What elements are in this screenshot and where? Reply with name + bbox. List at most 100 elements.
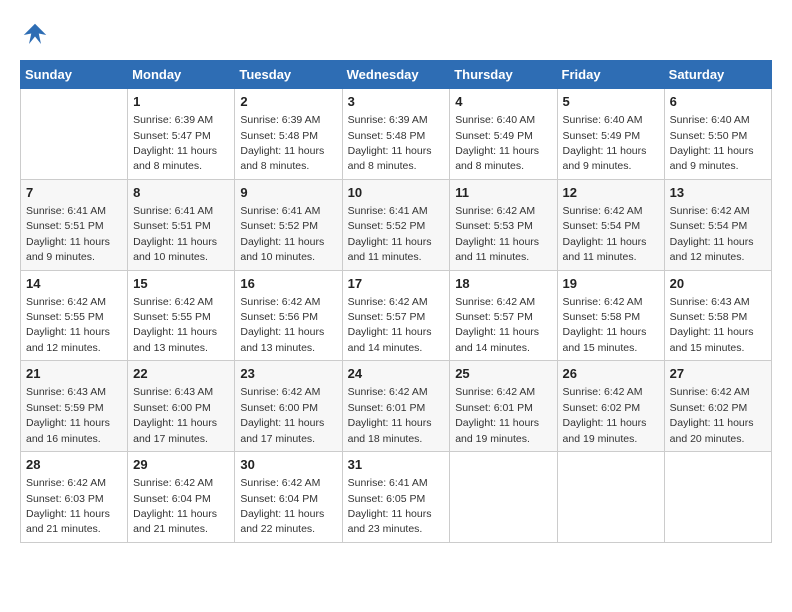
day-number: 19 [563,275,659,293]
day-number: 30 [240,456,336,474]
day-cell: 5Sunrise: 6:40 AM Sunset: 5:49 PM Daylig… [557,89,664,180]
day-info: Sunrise: 6:42 AM Sunset: 5:54 PM Dayligh… [670,205,754,263]
day-cell: 23 Sunrise: 6:42 AM Sunset: 6:00 PM Dayli… [235,361,342,452]
day-cell: 14 Sunrise: 6:42 AM Sunset: 5:55 PM Dayli… [21,270,128,361]
logo-icon [20,20,50,50]
day-info: Sunrise: 6:39 AM Sunset: 5:48 PM Dayligh… [240,114,324,172]
day-cell: 17 Sunrise: 6:42 AM Sunset: 5:57 PM Dayli… [342,270,450,361]
day-number: 3 [348,93,445,111]
day-cell: 26 Sunrise: 6:42 AM Sunset: 6:02 PM Dayli… [557,361,664,452]
day-info: Sunrise: 6:42 AM Sunset: 6:02 PM Dayligh… [563,386,647,444]
day-info: Sunrise: 6:42 AM Sunset: 5:53 PM Dayligh… [455,205,539,263]
day-cell: 15 Sunrise: 6:42 AM Sunset: 5:55 PM Dayli… [128,270,235,361]
day-info: Sunrise: 6:40 AM Sunset: 5:50 PM Dayligh… [670,114,754,172]
day-number: 21 [26,365,122,383]
day-info: Sunrise: 6:39 AM Sunset: 5:48 PM Dayligh… [348,114,432,172]
day-number: 20 [670,275,766,293]
day-cell: 1 Sunrise: 6:39 AM Sunset: 5:47 PM Daylig… [128,89,235,180]
day-info: Sunrise: 6:42 AM Sunset: 6:01 PM Dayligh… [348,386,432,444]
day-info: Sunrise: 6:42 AM Sunset: 6:01 PM Dayligh… [455,386,539,444]
day-number: 23 [240,365,336,383]
day-info: Sunrise: 6:42 AM Sunset: 6:00 PM Dayligh… [240,386,324,444]
day-cell: 20 Sunrise: 6:43 AM Sunset: 5:58 PM Dayli… [664,270,771,361]
day-number: 7 [26,184,122,202]
day-cell: 9 Sunrise: 6:41 AM Sunset: 5:52 PM Daylig… [235,179,342,270]
day-cell: 8 Sunrise: 6:41 AM Sunset: 5:51 PM Daylig… [128,179,235,270]
page-header [20,20,772,50]
day-info: Sunrise: 6:41 AM Sunset: 5:51 PM Dayligh… [133,205,217,263]
day-number: 15 [133,275,229,293]
day-info: Sunrise: 6:42 AM Sunset: 6:04 PM Dayligh… [240,477,324,535]
day-number: 17 [348,275,445,293]
day-info: Sunrise: 6:42 AM Sunset: 5:54 PM Dayligh… [563,205,647,263]
header-cell-friday: Friday [557,61,664,89]
day-info: Sunrise: 6:40 AM Sunset: 5:49 PM Dayligh… [455,114,539,172]
day-cell: 3 Sunrise: 6:39 AM Sunset: 5:48 PM Daylig… [342,89,450,180]
week-row-4: 21 Sunrise: 6:43 AM Sunset: 5:59 PM Dayli… [21,361,772,452]
header-cell-monday: Monday [128,61,235,89]
day-cell [450,452,557,543]
day-info: Sunrise: 6:43 AM Sunset: 5:59 PM Dayligh… [26,386,110,444]
day-info: Sunrise: 6:42 AM Sunset: 5:55 PM Dayligh… [26,296,110,354]
day-info: Sunrise: 6:42 AM Sunset: 5:58 PM Dayligh… [563,296,647,354]
day-cell: 2 Sunrise: 6:39 AM Sunset: 5:48 PM Daylig… [235,89,342,180]
day-info: Sunrise: 6:42 AM Sunset: 6:02 PM Dayligh… [670,386,754,444]
day-cell: 21 Sunrise: 6:43 AM Sunset: 5:59 PM Dayli… [21,361,128,452]
day-cell: 6Sunrise: 6:40 AM Sunset: 5:50 PM Daylig… [664,89,771,180]
week-row-3: 14 Sunrise: 6:42 AM Sunset: 5:55 PM Dayli… [21,270,772,361]
day-number: 24 [348,365,445,383]
header-cell-saturday: Saturday [664,61,771,89]
day-info: Sunrise: 6:42 AM Sunset: 5:57 PM Dayligh… [348,296,432,354]
day-cell [21,89,128,180]
day-number: 26 [563,365,659,383]
day-info: Sunrise: 6:42 AM Sunset: 5:57 PM Dayligh… [455,296,539,354]
day-cell: 18 Sunrise: 6:42 AM Sunset: 5:57 PM Dayli… [450,270,557,361]
day-info: Sunrise: 6:39 AM Sunset: 5:47 PM Dayligh… [133,114,217,172]
day-cell: 10 Sunrise: 6:41 AM Sunset: 5:52 PM Dayli… [342,179,450,270]
day-cell: 7 Sunrise: 6:41 AM Sunset: 5:51 PM Daylig… [21,179,128,270]
day-info: Sunrise: 6:43 AM Sunset: 6:00 PM Dayligh… [133,386,217,444]
header-row: SundayMondayTuesdayWednesdayThursdayFrid… [21,61,772,89]
day-info: Sunrise: 6:42 AM Sunset: 6:04 PM Dayligh… [133,477,217,535]
day-number: 13 [670,184,766,202]
day-cell: 24 Sunrise: 6:42 AM Sunset: 6:01 PM Dayli… [342,361,450,452]
day-cell: 11 Sunrise: 6:42 AM Sunset: 5:53 PM Dayli… [450,179,557,270]
day-number: 14 [26,275,122,293]
day-number: 1 [133,93,229,111]
day-cell: 12Sunrise: 6:42 AM Sunset: 5:54 PM Dayli… [557,179,664,270]
header-cell-wednesday: Wednesday [342,61,450,89]
day-number: 9 [240,184,336,202]
header-cell-thursday: Thursday [450,61,557,89]
header-cell-tuesday: Tuesday [235,61,342,89]
calendar-table: SundayMondayTuesdayWednesdayThursdayFrid… [20,60,772,543]
calendar-body: 1 Sunrise: 6:39 AM Sunset: 5:47 PM Daylig… [21,89,772,543]
day-number: 18 [455,275,551,293]
day-info: Sunrise: 6:43 AM Sunset: 5:58 PM Dayligh… [670,296,754,354]
week-row-1: 1 Sunrise: 6:39 AM Sunset: 5:47 PM Daylig… [21,89,772,180]
day-info: Sunrise: 6:42 AM Sunset: 5:55 PM Dayligh… [133,296,217,354]
day-cell: 4Sunrise: 6:40 AM Sunset: 5:49 PM Daylig… [450,89,557,180]
week-row-5: 28Sunrise: 6:42 AM Sunset: 6:03 PM Dayli… [21,452,772,543]
day-number: 10 [348,184,445,202]
day-number: 25 [455,365,551,383]
day-cell [557,452,664,543]
day-info: Sunrise: 6:40 AM Sunset: 5:49 PM Dayligh… [563,114,647,172]
logo [20,20,54,50]
day-number: 28 [26,456,122,474]
day-info: Sunrise: 6:41 AM Sunset: 5:52 PM Dayligh… [348,205,432,263]
day-info: Sunrise: 6:41 AM Sunset: 5:52 PM Dayligh… [240,205,324,263]
day-number: 31 [348,456,445,474]
day-info: Sunrise: 6:41 AM Sunset: 5:51 PM Dayligh… [26,205,110,263]
day-number: 2 [240,93,336,111]
day-number: 22 [133,365,229,383]
day-number: 11 [455,184,551,202]
day-cell [664,452,771,543]
day-cell: 29Sunrise: 6:42 AM Sunset: 6:04 PM Dayli… [128,452,235,543]
day-cell: 19 Sunrise: 6:42 AM Sunset: 5:58 PM Dayli… [557,270,664,361]
day-number: 8 [133,184,229,202]
day-number: 27 [670,365,766,383]
day-number: 16 [240,275,336,293]
week-row-2: 7 Sunrise: 6:41 AM Sunset: 5:51 PM Daylig… [21,179,772,270]
day-cell: 22 Sunrise: 6:43 AM Sunset: 6:00 PM Dayli… [128,361,235,452]
day-cell: 27 Sunrise: 6:42 AM Sunset: 6:02 PM Dayli… [664,361,771,452]
